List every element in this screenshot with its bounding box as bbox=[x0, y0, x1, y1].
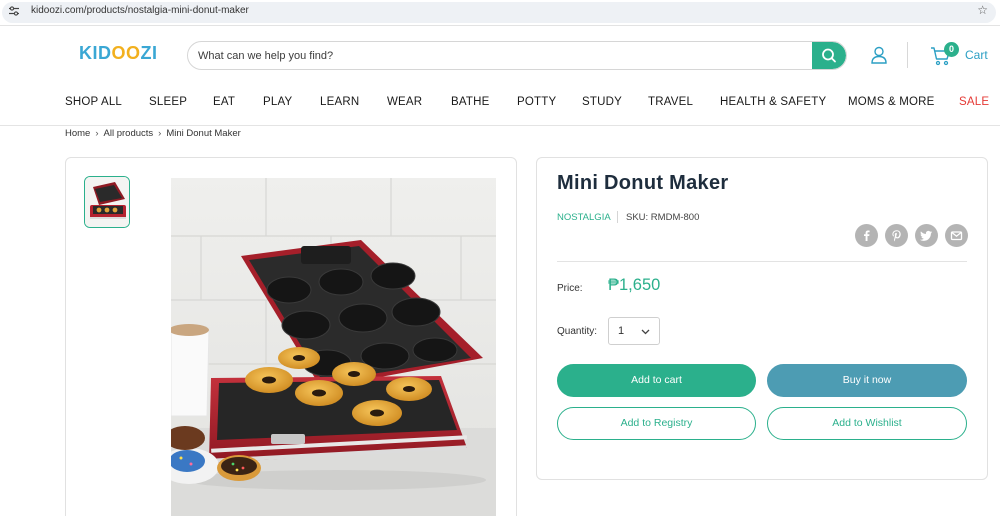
add-to-registry-button[interactable]: Add to Registry bbox=[557, 407, 756, 440]
search-icon bbox=[822, 48, 836, 63]
add-to-cart-button[interactable]: Add to cart bbox=[557, 364, 756, 397]
nav-item-wear[interactable]: WEAR bbox=[387, 96, 422, 108]
breadcrumb: Home › All products › Mini Donut Maker bbox=[65, 128, 241, 139]
nav-item-sale[interactable]: SALE bbox=[959, 96, 989, 108]
product-title: Mini Donut Maker bbox=[557, 172, 729, 194]
price-label: Price: bbox=[557, 283, 583, 294]
info-divider bbox=[557, 261, 967, 262]
site-settings-icon[interactable] bbox=[8, 5, 20, 17]
email-icon bbox=[950, 231, 963, 241]
logo-text-left: KID bbox=[79, 43, 112, 63]
cart-count-badge: 0 bbox=[944, 42, 959, 57]
product-thumbnail[interactable] bbox=[84, 176, 130, 228]
meta-divider bbox=[617, 211, 618, 223]
search-bar bbox=[187, 41, 847, 70]
pinterest-icon bbox=[892, 230, 901, 242]
add-to-wishlist-button[interactable]: Add to Wishlist bbox=[767, 407, 967, 440]
twitter-icon bbox=[920, 230, 932, 241]
nav-item-sleep[interactable]: SLEEP bbox=[149, 96, 187, 108]
nav-item-learn[interactable]: LEARN bbox=[320, 96, 359, 108]
nav-item-play[interactable]: PLAY bbox=[263, 96, 292, 108]
quantity-value: 1 bbox=[618, 325, 625, 337]
nav-item-health-safety[interactable]: HEALTH & SAFETY bbox=[720, 96, 826, 108]
breadcrumb-separator: › bbox=[158, 128, 162, 139]
nav-item-study[interactable]: STUDY bbox=[582, 96, 622, 108]
nav-item-travel[interactable]: TRAVEL bbox=[648, 96, 693, 108]
share-facebook-button[interactable] bbox=[855, 224, 878, 247]
address-url[interactable]: kidoozi.com/products/nostalgia-mini-donu… bbox=[31, 5, 249, 16]
breadcrumb-all-products[interactable]: All products bbox=[104, 128, 154, 139]
quantity-select[interactable]: 1 bbox=[608, 317, 660, 345]
browser-address-bar: kidoozi.com/products/nostalgia-mini-donu… bbox=[0, 0, 1000, 26]
product-main-image[interactable] bbox=[171, 178, 496, 516]
search-button[interactable] bbox=[812, 42, 846, 69]
share-pinterest-button[interactable] bbox=[885, 224, 908, 247]
nav-item-potty[interactable]: POTTY bbox=[517, 96, 556, 108]
donut-maker-photo bbox=[171, 178, 496, 516]
quantity-label: Quantity: bbox=[557, 326, 598, 337]
nav-item-moms-more[interactable]: MOMS & MORE bbox=[848, 96, 935, 108]
main-nav: SHOP ALL SLEEP EAT PLAY LEARN WEAR BATHE… bbox=[0, 96, 1000, 110]
account-icon[interactable] bbox=[871, 46, 887, 64]
bookmark-star-icon[interactable]: ☆ bbox=[977, 3, 988, 17]
search-input[interactable] bbox=[198, 42, 798, 69]
logo-text-right: ZI bbox=[140, 43, 158, 63]
product-vendor-link[interactable]: NOSTALGIA bbox=[557, 212, 611, 223]
chevron-down-icon bbox=[641, 329, 650, 335]
nav-divider bbox=[0, 125, 1000, 126]
breadcrumb-home[interactable]: Home bbox=[65, 128, 90, 139]
share-twitter-button[interactable] bbox=[915, 224, 938, 247]
header-divider bbox=[907, 42, 908, 68]
breadcrumb-separator: › bbox=[95, 128, 99, 139]
logo-text-mid: OO bbox=[111, 43, 141, 63]
product-sku: SKU: RMDM-800 bbox=[626, 212, 700, 223]
nav-item-shop-all[interactable]: SHOP ALL bbox=[65, 96, 122, 108]
site-logo[interactable]: KIDOOZI bbox=[79, 43, 158, 64]
buy-now-button[interactable]: Buy it now bbox=[767, 364, 967, 397]
product-price: ₱1,650 bbox=[608, 276, 661, 294]
share-email-button[interactable] bbox=[945, 224, 968, 247]
nav-item-bathe[interactable]: BATHE bbox=[451, 96, 490, 108]
thumbnail-image bbox=[85, 177, 129, 227]
facebook-icon bbox=[864, 230, 870, 241]
breadcrumb-current: Mini Donut Maker bbox=[166, 128, 241, 139]
nav-item-eat[interactable]: EAT bbox=[213, 96, 235, 108]
cart-link[interactable]: Cart bbox=[965, 48, 988, 62]
